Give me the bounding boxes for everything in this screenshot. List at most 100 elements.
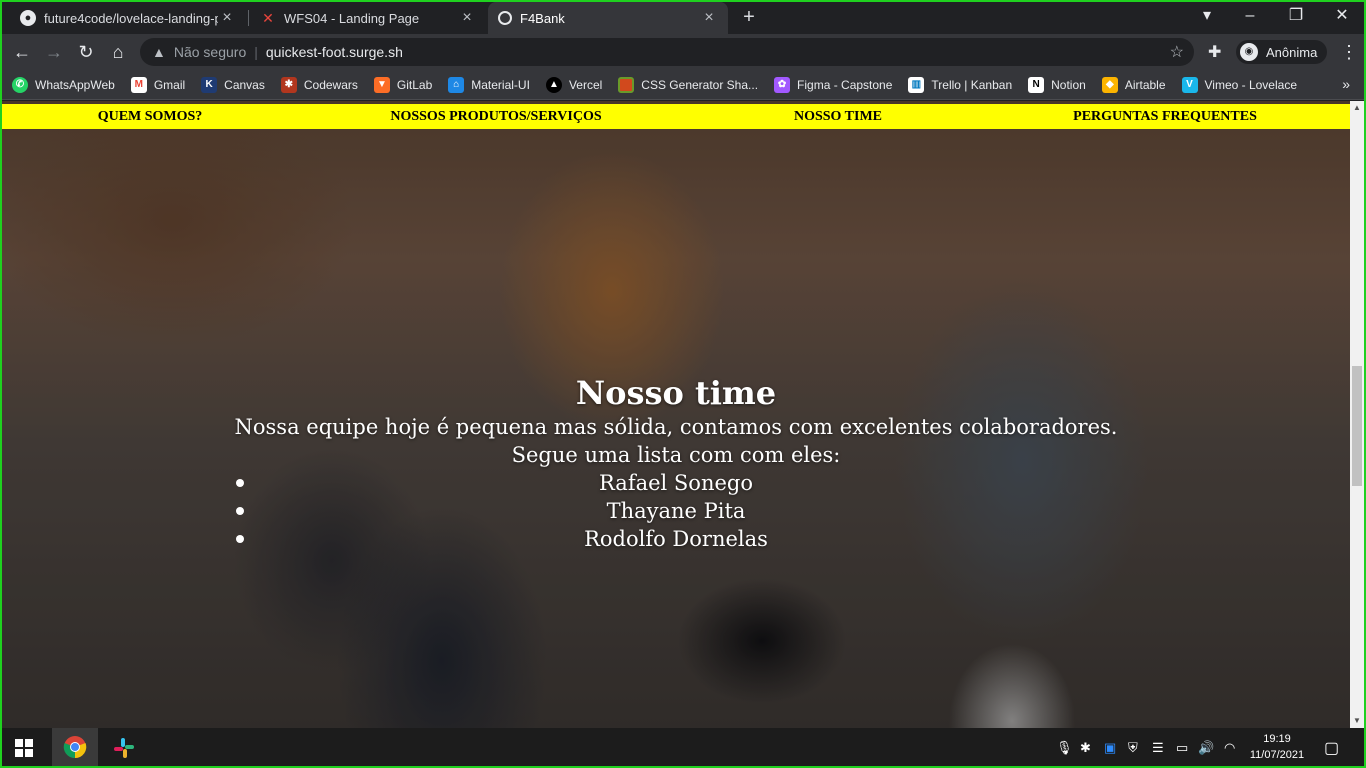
bookmark-star-icon[interactable]: ☆ [1170,42,1184,62]
close-icon[interactable]: × [218,9,236,27]
reload-icon[interactable]: ↻ [74,40,98,64]
team-member: Rodolfo Dornelas [2,525,1350,553]
bookmark-airtable[interactable]: ◆ Airtable [1101,76,1166,93]
bookmark-gmail[interactable]: M Gmail [130,76,185,93]
url-text[interactable]: quickest-foot.surge.sh [266,44,403,60]
profile-label: Anônima [1266,44,1318,60]
back-arrow-icon[interactable]: ← [10,40,34,64]
windows-logo-icon [15,739,33,757]
home-icon[interactable]: ⌂ [106,40,130,64]
window-close-icon[interactable]: ✕ [1330,4,1354,28]
notifications-tray-icon[interactable]: ☰ [1152,740,1164,756]
tab-title: F4Bank [520,10,565,26]
airtable-icon: ◆ [1101,76,1118,93]
slack-tray-icon[interactable]: ✱ [1080,740,1091,756]
system-clock[interactable]: 19:19 11/07/2021 [1244,731,1310,763]
css-generator-icon [618,76,635,93]
scrollbar-thumb[interactable] [1352,366,1362,486]
volume-icon[interactable]: 🔊 [1198,740,1214,756]
battery-icon[interactable]: ▭ [1176,740,1188,756]
whatsapp-icon: ✆ [12,76,28,93]
team-member: Thayane Pita [2,497,1350,525]
incognito-icon: ◉ [1240,43,1258,61]
browser-toolbar: ← → ↻ ⌂ ▲ Não seguro | quickest-foot.sur… [0,34,1366,70]
nav-produtos-servicos[interactable]: NOSSOS PRODUTOS/SERVIÇOS [298,109,694,125]
slack-icon [114,738,134,758]
action-center-icon[interactable]: ▢ [1324,738,1339,758]
bookmark-css-generator[interactable]: CSS Generator Sha... [618,76,758,93]
bookmarks-overflow-icon[interactable]: » [1342,76,1350,92]
warning-icon[interactable]: ▲ [152,44,166,60]
restore-icon[interactable]: ❐ [1284,4,1308,28]
clock-time: 19:19 [1263,733,1291,745]
extensions-icon[interactable]: ✚ [1208,42,1221,62]
bookmarks-bar: ✆ WhatsAppWeb M Gmail K Canvas ✱ Codewars ▼ G… [0,70,1366,100]
bookmark-vercel[interactable]: ▲ Vercel [545,76,602,93]
page-scrollbar[interactable]: ▲ ▼ [1350,101,1364,728]
microphone-icon[interactable]: 🎙 [1056,740,1073,756]
site-navbar: QUEM SOMOS? NOSSOS PRODUTOS/SERVIÇOS NOS… [2,104,1350,129]
globe-icon [498,11,512,25]
bookmark-codewars[interactable]: ✱ Codewars [280,76,358,93]
tab-github[interactable]: ● future4code/lovelace-landing-pa × [10,2,246,34]
team-list-intro: Segue uma lista com com eles: [511,443,841,467]
security-label[interactable]: Não seguro [174,44,246,60]
wfs-icon: ✕ [262,9,274,26]
notion-icon: N [1028,76,1045,93]
security-tray-icon[interactable]: ⛨ [1128,740,1138,756]
address-bar[interactable]: ▲ Não seguro | quickest-foot.surge.sh ☆ [140,38,1194,66]
tab-search-icon[interactable]: ▾ [1196,4,1218,28]
gitlab-icon: ▼ [373,76,390,93]
nav-nosso-time[interactable]: NOSSO TIME [694,109,982,125]
divider: | [254,44,258,60]
bookmark-material-ui[interactable]: ⌂ Material-UI [448,76,530,93]
zoom-icon[interactable]: ▣ [1104,740,1116,756]
bullet-icon [236,479,244,487]
gmail-icon: M [130,76,147,93]
minimize-icon[interactable]: – [1238,4,1262,28]
nav-quem-somos[interactable]: QUEM SOMOS? [2,109,298,125]
scroll-up-icon[interactable]: ▲ [1350,101,1364,115]
team-list: Rafael Sonego Thayane Pita Rodolfo Dorne… [2,469,1350,553]
codewars-icon: ✱ [280,76,297,93]
nav-perguntas-frequentes[interactable]: PERGUNTAS FREQUENTES [982,109,1348,125]
canvas-icon: K [201,76,218,93]
new-tab-button[interactable]: + [738,6,760,28]
vercel-icon: ▲ [545,76,562,93]
close-icon[interactable]: × [458,9,476,27]
vimeo-icon: V [1181,76,1198,93]
scroll-down-icon[interactable]: ▼ [1350,714,1364,728]
menu-dots-icon[interactable]: ⋮ [1340,40,1358,64]
forward-arrow-icon[interactable]: → [42,40,66,64]
tab-title: WFS04 - Landing Page [284,10,420,26]
tab-f4bank[interactable]: F4Bank × [488,2,728,34]
bookmark-vimeo[interactable]: V Vimeo - Lovelace [1181,76,1297,93]
tab-strip: ● future4code/lovelace-landing-pa × ✕ WF… [0,0,1366,34]
clock-date: 11/07/2021 [1249,749,1305,761]
team-member: Rafael Sonego [2,469,1350,497]
taskbar-slack[interactable] [102,728,146,768]
windows-start-button[interactable] [0,728,48,768]
section-heading: Nosso time [575,374,777,412]
team-intro: Nossa equipe hoje é pequena mas sólida, … [234,415,1118,439]
bookmark-whatsappweb[interactable]: ✆ WhatsAppWeb [12,76,115,93]
bookmark-canvas[interactable]: K Canvas [201,76,265,93]
windows-taskbar: 🎙 ✱ ▣ ⛨ ☰ ▭ 🔊 ◠ 19:19 11/07/2021 ▢ [0,728,1366,768]
wifi-icon[interactable]: ◠ [1224,740,1235,756]
incognito-profile-button[interactable]: ◉ Anônima [1236,40,1328,64]
chrome-icon [63,736,87,759]
close-icon[interactable]: × [700,9,718,27]
tab-divider [248,10,249,26]
tab-title: future4code/lovelace-landing-pa [44,10,218,26]
taskbar-chrome[interactable] [52,728,98,768]
material-ui-icon: ⌂ [448,76,465,93]
bookmark-gitlab[interactable]: ▼ GitLab [373,76,432,93]
bookmark-notion[interactable]: N Notion [1028,76,1086,93]
bullet-icon [236,535,244,543]
page-viewport: QUEM SOMOS? NOSSOS PRODUTOS/SERVIÇOS NOS… [2,101,1350,728]
team-section: Nosso time Nossa equipe hoje é pequena m… [2,373,1350,553]
bookmark-figma[interactable]: ✿ Figma - Capstone [774,76,892,93]
trello-icon: ▥ [908,76,925,93]
tab-wfs04[interactable]: ✕ WFS04 - Landing Page × [250,2,486,34]
bookmark-trello[interactable]: ▥ Trello | Kanban [908,76,1012,93]
